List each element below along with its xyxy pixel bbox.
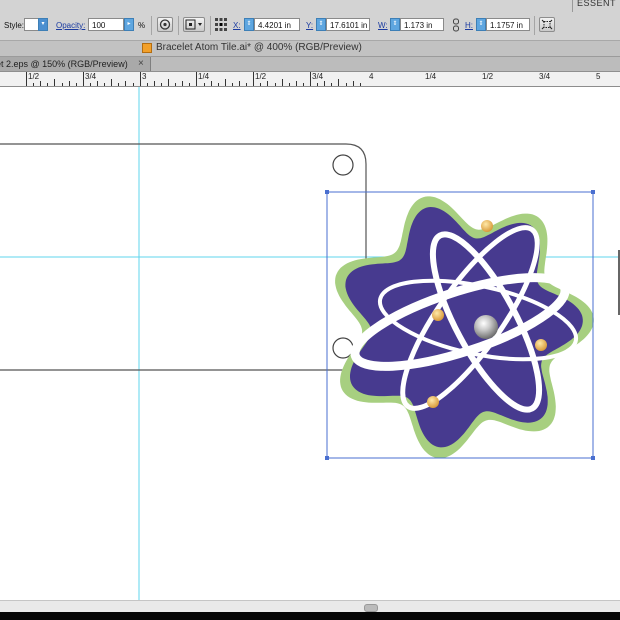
style-label: Style:: [4, 21, 25, 30]
ruler-label: 3/4: [539, 72, 551, 81]
resize-handle[interactable]: [591, 190, 595, 194]
ruler-label: 1/2: [28, 72, 40, 81]
artboard-canvas[interactable]: [0, 87, 620, 600]
atom-graphic[interactable]: [335, 196, 594, 459]
document-tab-bar: et 2.eps @ 150% (RGB/Preview) ×: [0, 57, 620, 72]
horizontal-ruler[interactable]: 1/2 3/4 3 1/4 1/2 3/4 4 1/4 1/2 3/4 5: [0, 72, 620, 87]
ai-document-icon: [142, 43, 152, 53]
x-stepper-icon[interactable]: ⇕: [244, 18, 254, 31]
electron-left: [432, 309, 444, 321]
electron-top: [481, 220, 493, 232]
h-stepper-icon[interactable]: ⇕: [476, 18, 486, 31]
swatch-dropdown-icon[interactable]: ▾: [38, 18, 48, 31]
opacity-unit: %: [138, 21, 146, 30]
electron-right: [535, 339, 547, 351]
ruler-label: 3/4: [85, 72, 97, 81]
ruler-label: 1/2: [255, 72, 267, 81]
divider: [151, 16, 152, 35]
y-field[interactable]: 17.6101 in: [326, 18, 370, 31]
divider: [178, 16, 179, 35]
w-label[interactable]: W:: [378, 18, 388, 33]
artwork-svg: [0, 87, 620, 600]
document-title-bar: Bracelet Atom Tile.ai* @ 400% (RGB/Previ…: [0, 41, 620, 57]
ruler-label: 3: [142, 72, 147, 81]
divider: [534, 16, 535, 35]
desktop-strip: [0, 612, 620, 620]
ruler-label: 3/4: [312, 72, 324, 81]
align-dropdown-icon[interactable]: [183, 17, 205, 32]
ruler-label: 1/2: [482, 72, 494, 81]
x-field[interactable]: 4.4201 in: [254, 18, 300, 31]
tile-hole-top[interactable]: [332, 154, 354, 176]
close-icon[interactable]: ×: [138, 57, 144, 71]
opacity-link[interactable]: Opacity:: [56, 18, 85, 33]
ruler-label: 4: [369, 72, 374, 81]
application-bar: ESSENT: [0, 0, 620, 12]
illustrator-window: ESSENT Style: ▾ Opacity: 100 ▸ % X: ⇕ 4.…: [0, 0, 620, 620]
opacity-dropdown-icon[interactable]: ▸: [124, 18, 134, 31]
x-label[interactable]: X:: [233, 18, 241, 33]
document-title: Bracelet Atom Tile.ai* @ 400% (RGB/Previ…: [156, 42, 362, 53]
scroll-thumb[interactable]: [364, 604, 378, 612]
reference-point-icon[interactable]: [214, 17, 228, 32]
ruler-label: 1/4: [425, 72, 437, 81]
workspace-switcher[interactable]: ESSENT: [577, 0, 616, 8]
y-stepper-icon[interactable]: ⇕: [316, 18, 326, 31]
tab-label: et 2.eps @ 150% (RGB/Preview): [0, 59, 128, 69]
divider: [572, 0, 573, 12]
opacity-field[interactable]: 100: [88, 18, 124, 31]
transform-options-icon[interactable]: [539, 17, 555, 32]
ruler-label: 5: [596, 72, 601, 81]
tab-eps-document[interactable]: et 2.eps @ 150% (RGB/Preview) ×: [0, 57, 151, 71]
link-constrain-icon[interactable]: [452, 18, 460, 32]
resize-handle[interactable]: [325, 190, 329, 194]
electron-bottom: [427, 396, 439, 408]
y-label[interactable]: Y:: [306, 18, 313, 33]
divider: [210, 16, 211, 35]
resize-handle[interactable]: [325, 456, 329, 460]
w-field[interactable]: 1.173 in: [400, 18, 444, 31]
ruler-label: 1/4: [198, 72, 210, 81]
w-stepper-icon[interactable]: ⇕: [390, 18, 400, 31]
nucleus: [474, 315, 498, 339]
control-bar: Style: ▾ Opacity: 100 ▸ % X: ⇕ 4.4201 in…: [0, 12, 620, 41]
recolor-icon[interactable]: [157, 17, 173, 32]
h-label[interactable]: H:: [465, 18, 473, 33]
h-field[interactable]: 1.1757 in: [486, 18, 530, 31]
resize-handle[interactable]: [591, 456, 595, 460]
